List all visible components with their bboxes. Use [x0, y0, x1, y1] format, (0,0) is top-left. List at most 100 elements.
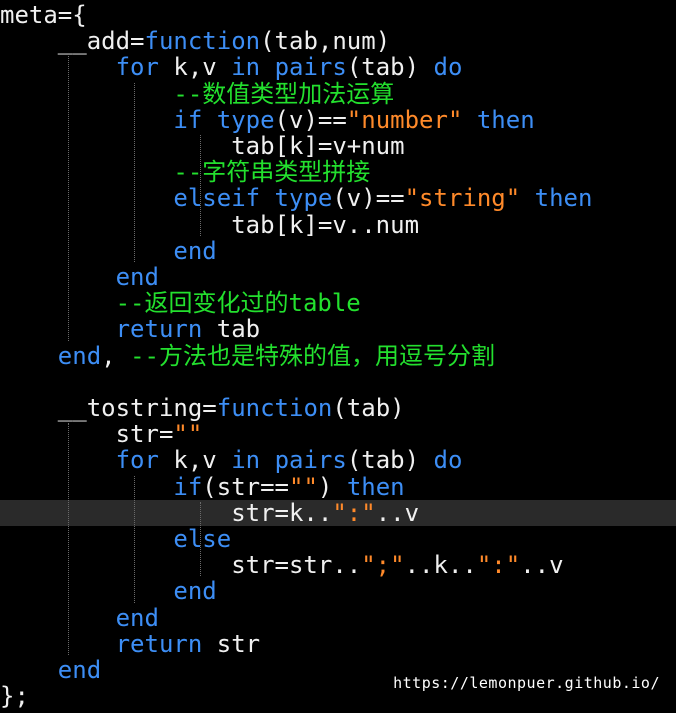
code-token-keyword: if	[173, 105, 203, 134]
code-token-default: (v)==	[332, 184, 405, 213]
code-token-default	[0, 525, 173, 553]
code-token-keyword: function	[216, 394, 333, 422]
code-token-default: __add=	[0, 27, 145, 56]
code-token-keyword: do	[433, 446, 463, 475]
code-line[interactable]: __add=function(tab,num)	[0, 28, 676, 54]
code-token-default	[0, 53, 116, 81]
code-token-keyword: end	[57, 341, 102, 370]
code-token-default	[462, 106, 476, 134]
code-token-keyword: for	[115, 53, 159, 82]
code-line[interactable]: meta={	[0, 2, 676, 28]
code-line[interactable]: if(str=="") then	[0, 474, 676, 500]
code-token-default: ,	[101, 341, 131, 370]
code-token-keyword: pairs	[274, 53, 347, 82]
code-line[interactable]: tab[k]=v..num	[0, 212, 676, 238]
code-line[interactable]: --数值类型加法运算	[0, 81, 676, 107]
code-token-keyword: end	[115, 263, 159, 291]
code-token-default	[260, 446, 274, 474]
indent-guide	[134, 475, 135, 603]
code-token-keyword: do	[433, 53, 463, 82]
code-line[interactable]: if type(v)=="number" then	[0, 107, 676, 133]
code-token-keyword: pairs	[274, 446, 347, 475]
code-line[interactable]: end	[0, 578, 676, 604]
code-token-default: (tab)	[346, 446, 434, 475]
code-token-default: str=str..	[0, 551, 362, 580]
code-line[interactable]: end	[0, 264, 676, 290]
code-token-keyword: end	[173, 577, 217, 606]
code-token-default: meta={	[0, 1, 87, 29]
code-token-default: ..v	[520, 551, 564, 580]
code-line[interactable]: return tab	[0, 316, 676, 342]
code-line[interactable]: end, --方法也是特殊的值，用逗号分割	[0, 343, 676, 369]
code-line[interactable]: --字符串类型拼接	[0, 159, 676, 185]
code-line[interactable]	[0, 369, 676, 395]
code-line[interactable]: for k,v in pairs(tab) do	[0, 54, 676, 80]
code-line[interactable]: str=""	[0, 421, 676, 447]
watermark-url: https://lemonpuer.github.io/	[393, 674, 660, 692]
code-token-default: ..k..	[404, 551, 477, 580]
code-line[interactable]: return str	[0, 631, 676, 657]
code-line[interactable]: --返回变化过的table	[0, 290, 676, 316]
code-token-default	[0, 80, 173, 108]
code-token-default	[0, 342, 58, 370]
code-token-keyword: return	[115, 315, 203, 344]
code-token-keyword: end	[115, 603, 159, 632]
code-token-default	[0, 604, 116, 632]
code-token-default: (tab)	[332, 394, 405, 422]
code-token-keyword: if	[173, 472, 203, 501]
code-token-string: ":"	[332, 498, 376, 527]
code-line[interactable]: __tostring=function(tab)	[0, 395, 676, 421]
code-token-default	[0, 630, 116, 658]
code-token-default: tab	[202, 315, 261, 344]
code-line[interactable]: else	[0, 526, 676, 552]
code-token-default	[0, 184, 173, 212]
code-token-keyword: then	[346, 472, 405, 501]
code-line[interactable]: tab[k]=v+num	[0, 133, 676, 159]
code-token-comment: --返回变化过的table	[115, 289, 361, 318]
code-token-default: )	[317, 472, 347, 501]
code-token-default	[0, 263, 116, 291]
code-line[interactable]: for k,v in pairs(tab) do	[0, 447, 676, 473]
code-line[interactable]: str=str..";"..k..":"..v	[0, 552, 676, 578]
indent-guide	[68, 423, 69, 655]
code-token-keyword: end	[173, 236, 217, 265]
code-token-default	[0, 158, 173, 186]
code-token-default: k,v	[158, 446, 232, 475]
code-token-comment: --方法也是特殊的值，用逗号分割	[130, 341, 495, 370]
code-token-default: str=	[0, 420, 174, 449]
indent-guide	[134, 82, 135, 262]
code-token-default: str=k..	[0, 498, 333, 527]
code-token-keyword: end	[57, 656, 102, 684]
code-line[interactable]: str=k..":"..v	[0, 498, 676, 527]
code-token-keyword: in	[231, 446, 261, 475]
indent-guide	[200, 135, 201, 236]
code-token-keyword: then	[476, 105, 535, 134]
code-token-default	[0, 315, 116, 343]
code-token-default: tab[k]=v+num	[0, 132, 405, 160]
code-token-default	[0, 106, 173, 134]
code-token-default	[0, 289, 116, 317]
code-token-default: (tab,num)	[260, 27, 391, 56]
code-token-keyword: type	[274, 184, 333, 213]
code-token-string: ""	[173, 420, 203, 449]
code-token-default: str	[202, 629, 261, 658]
code-line[interactable]: elseif type(v)=="string" then	[0, 185, 676, 211]
code-token-default: k,v	[158, 53, 232, 82]
code-token-keyword: then	[534, 184, 593, 213]
code-token-default	[0, 446, 116, 474]
code-token-keyword: else	[173, 525, 232, 553]
code-token-default	[0, 577, 173, 605]
code-token-default: ..v	[375, 498, 420, 527]
code-line[interactable]: end	[0, 605, 676, 631]
code-token-default: (str==	[202, 472, 289, 501]
code-token-default	[520, 184, 534, 212]
code-token-string: "number"	[346, 105, 463, 134]
code-line[interactable]: end	[0, 238, 676, 264]
code-token-default: (tab)	[346, 53, 434, 82]
code-token-default	[202, 106, 216, 134]
code-token-default: (v)==	[274, 105, 347, 134]
code-token-comment: --字符串类型拼接	[173, 158, 371, 187]
code-token-default	[0, 656, 58, 684]
indent-guide	[68, 56, 69, 341]
code-token-comment: --数值类型加法运算	[173, 79, 395, 108]
